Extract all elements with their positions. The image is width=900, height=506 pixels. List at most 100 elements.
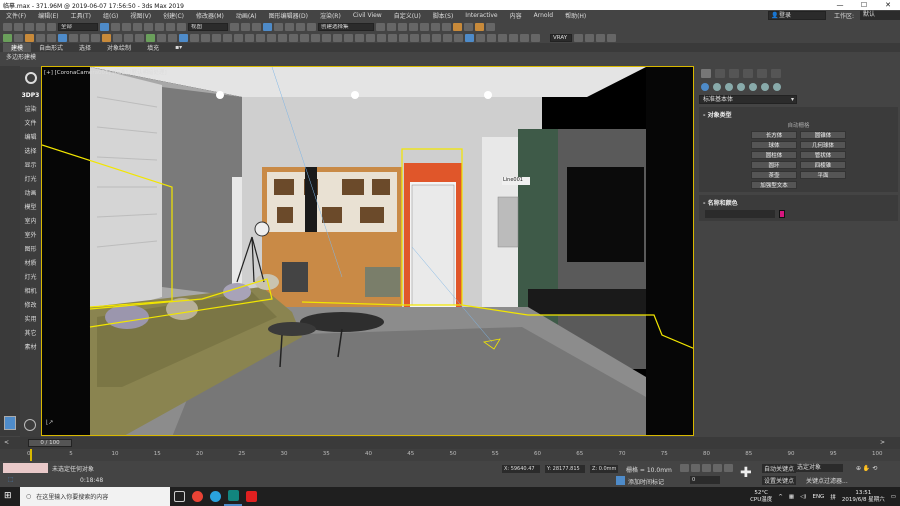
shapes-icon[interactable] — [713, 83, 721, 91]
plugin-logo-icon[interactable] — [20, 67, 41, 89]
add-time-tag[interactable]: 添加时间标记 — [628, 477, 664, 486]
plugin-h-icon[interactable] — [585, 33, 594, 42]
mirror-icon[interactable] — [376, 22, 385, 31]
task-view-icon[interactable] — [170, 487, 188, 506]
plugin-c-icon[interactable] — [498, 33, 507, 42]
scale-icon[interactable] — [166, 22, 175, 31]
vray-light-icon[interactable] — [3, 33, 12, 42]
settings-gear-icon[interactable] — [24, 419, 36, 431]
taskbar-search[interactable]: ○ 在这里输入你要搜索的内容 — [20, 487, 170, 506]
maximize-icon[interactable]: ☐ — [852, 1, 876, 9]
array-icon[interactable] — [333, 33, 342, 42]
ungroup-icon[interactable] — [256, 33, 265, 42]
material-editor-icon[interactable] — [442, 22, 451, 31]
corona-scatter-icon[interactable] — [157, 33, 166, 42]
input-language[interactable]: ENG — [812, 494, 824, 500]
rotate-icon[interactable] — [155, 22, 164, 31]
pivot-icon[interactable] — [311, 33, 320, 42]
corona-sun-icon[interactable] — [135, 33, 144, 42]
tab-selection[interactable]: 选择 — [71, 43, 99, 52]
volume-icon[interactable]: ◁) — [800, 494, 806, 500]
minimize-icon[interactable]: — — [828, 1, 852, 9]
time-tag-icon[interactable] — [616, 476, 625, 485]
link-icon[interactable] — [25, 22, 34, 31]
acrobat-app-icon[interactable] — [242, 487, 260, 506]
window-crossing-icon[interactable] — [133, 22, 142, 31]
angle-snap-icon[interactable] — [274, 22, 283, 31]
curve-editor-icon[interactable] — [420, 22, 429, 31]
reference-coord-dropdown[interactable]: 视图 — [188, 22, 228, 31]
move-icon[interactable] — [144, 22, 153, 31]
prev-key-icon[interactable] — [691, 464, 700, 472]
measure-icon[interactable] — [366, 33, 375, 42]
sidebar-item-lighting[interactable]: 灯光 — [20, 271, 41, 285]
cameras-icon[interactable] — [737, 83, 745, 91]
scene-explorer-icon[interactable] — [190, 33, 199, 42]
xref-icon[interactable] — [410, 33, 419, 42]
menu-item-view[interactable]: 视图(V) — [124, 11, 157, 20]
clone-icon[interactable] — [322, 33, 331, 42]
vray-camera-icon[interactable] — [58, 33, 67, 42]
lights-icon[interactable] — [725, 83, 733, 91]
geometry-icon[interactable] — [701, 83, 709, 91]
sidebar-item-select[interactable]: 选择 — [20, 145, 41, 159]
hierarchy-tab-icon[interactable] — [729, 69, 739, 78]
tab-freeform[interactable]: 自由形式 — [31, 43, 71, 52]
current-frame-field[interactable]: 0 — [690, 476, 720, 484]
time-slider[interactable]: 0 / 100 < > — [0, 437, 900, 449]
snapshot-icon[interactable] — [355, 33, 364, 42]
pivot-center-icon[interactable] — [230, 22, 239, 31]
sidebar-item-display[interactable]: 显示 — [20, 159, 41, 173]
name-color-header[interactable]: - 名称和颜色 — [701, 197, 896, 208]
sidebar-item-shapes[interactable]: 图形 — [20, 243, 41, 257]
align-icon[interactable] — [387, 22, 396, 31]
text-plus-button[interactable]: 加强型文本 — [751, 181, 797, 189]
plugin-d-icon[interactable] — [509, 33, 518, 42]
attach-icon[interactable] — [267, 33, 276, 42]
script-icon[interactable]: ⬚ — [8, 476, 14, 483]
selection-filter-dropdown[interactable]: 全部 — [58, 22, 98, 31]
corona-proxy-icon[interactable] — [146, 33, 155, 42]
ribbon-toggle-icon[interactable] — [409, 22, 418, 31]
converter-icon[interactable] — [179, 33, 188, 42]
menu-item-scripting[interactable]: 脚本(S) — [427, 11, 460, 20]
vray-proxy-icon[interactable] — [25, 33, 34, 42]
object-color-swatch[interactable] — [779, 210, 785, 218]
sidebar-item-file[interactable]: 文件 — [20, 117, 41, 131]
torus-button[interactable]: 圆环 — [751, 161, 797, 169]
hold-icon[interactable] — [443, 33, 452, 42]
menu-item-graph-editors[interactable]: 图形编辑器(D) — [263, 11, 314, 20]
reset-xform-icon[interactable] — [300, 33, 309, 42]
motion-tab-icon[interactable] — [743, 69, 753, 78]
workspace-dropdown[interactable]: 默认 — [860, 11, 900, 20]
menu-item-edit[interactable]: 编辑(E) — [32, 11, 64, 20]
goto-end-icon[interactable] — [724, 464, 733, 472]
sphere-button[interactable]: 球体 — [751, 141, 797, 149]
viewport-nav-icons[interactable]: ⊕ ✋ ⟲ — [856, 465, 877, 472]
ribbon-options-icon[interactable]: ▪▾ — [167, 44, 190, 51]
maxscript-listener[interactable] — [3, 463, 48, 473]
key-filters-button[interactable]: 关键点过滤器... — [806, 476, 848, 485]
menu-item-file[interactable]: 文件(F) — [0, 11, 32, 20]
key-mode-dropdown[interactable]: 选定对象 — [795, 464, 843, 472]
clean-scene-icon[interactable] — [388, 33, 397, 42]
display-all-icon[interactable] — [201, 33, 210, 42]
time-slider-thumb[interactable]: 0 / 100 — [28, 439, 72, 447]
schematic-view-icon[interactable] — [431, 22, 440, 31]
z-coordinate[interactable]: Z: 0.0mm — [590, 465, 618, 473]
auto-key-button[interactable]: 自动关键点 — [762, 464, 797, 473]
render-online-icon[interactable] — [486, 22, 495, 31]
plugin-j-icon[interactable] — [607, 33, 616, 42]
camera-viewport[interactable]: [+] [CoronaCamera001] [标准] [默认明暗处理] Line… — [41, 66, 694, 436]
undo-icon[interactable] — [3, 22, 12, 31]
tab-modeling[interactable]: 建模 — [3, 43, 32, 52]
named-selection-dropdown[interactable]: 创建选择集 — [318, 22, 374, 31]
unlink-icon[interactable] — [36, 22, 45, 31]
ime-icon[interactable]: 拼 — [830, 493, 836, 501]
menu-item-create[interactable]: 创建(C) — [157, 11, 190, 20]
sidebar-item-other[interactable]: 其它 — [20, 327, 41, 341]
sidebar-item-modify[interactable]: 修改 — [20, 299, 41, 313]
hide-icon[interactable] — [212, 33, 221, 42]
screen-capture-icon[interactable] — [465, 33, 474, 42]
display-tab-icon[interactable] — [757, 69, 767, 78]
